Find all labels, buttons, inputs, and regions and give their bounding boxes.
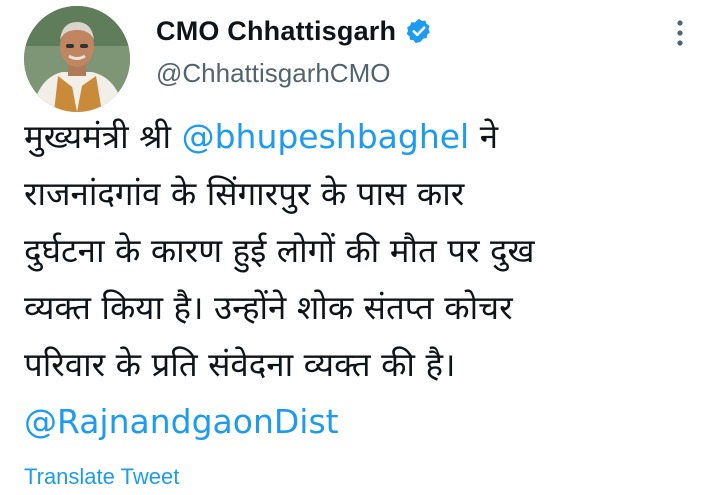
tweet-line-3: दुर्घटना के कारण हुई लोगों की मौत पर दुख	[24, 231, 535, 270]
author-display-name[interactable]: CMO Chhattisgarh	[156, 16, 396, 47]
more-options-icon[interactable]	[672, 18, 688, 48]
mention-bhupeshbaghel-link[interactable]: @bhupeshbaghel	[182, 117, 470, 156]
translate-tweet-link[interactable]: Translate Tweet	[24, 464, 179, 490]
tweet-line-1-prefix: मुख्यमंत्री श्री	[24, 117, 182, 156]
tweet-line-4: व्यक्त किया है। उन्होंने शोक संतप्त कोचर	[24, 288, 513, 327]
avatar[interactable]	[24, 6, 130, 112]
tweet-line-1-suffix: ने	[469, 117, 499, 156]
author-handle[interactable]: @ChhattisgarhCMO	[156, 58, 390, 89]
tweet-line-6: @RajnandgaonDist	[24, 393, 714, 450]
tweet-line-1: मुख्यमंत्री श्री @bhupeshbaghel ने	[24, 108, 714, 165]
tweet-text: मुख्यमंत्री श्री @bhupeshbaghel ने राजना…	[24, 108, 714, 450]
tweet-line-5: परिवार के प्रति संवेदना व्यक्त की है।	[24, 345, 456, 384]
mention-rajnandgaondist-link[interactable]: @RajnandgaonDist	[24, 402, 339, 441]
verified-badge-icon	[406, 18, 431, 44]
author-name-row[interactable]: CMO Chhattisgarh	[156, 14, 433, 48]
tweet-line-2: राजनांदगांव के सिंगारपुर के पास कार	[24, 174, 465, 213]
